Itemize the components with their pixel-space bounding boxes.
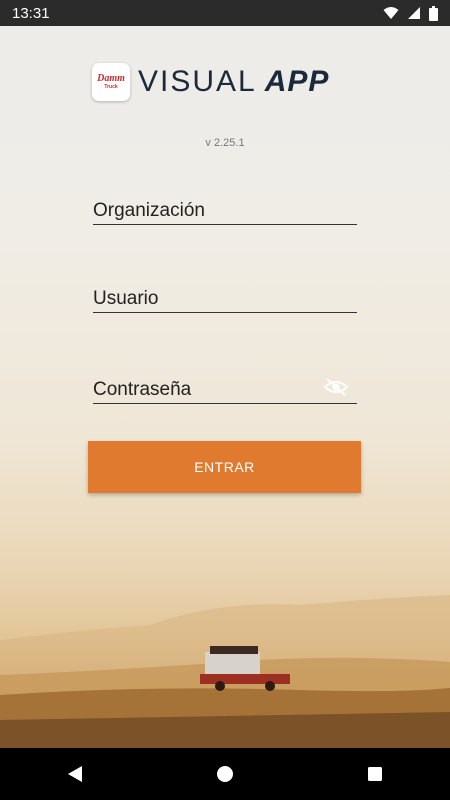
organization-input[interactable] — [93, 200, 357, 222]
background-landscape — [0, 595, 450, 750]
signal-icon — [408, 7, 420, 19]
eye-off-icon[interactable] — [323, 377, 349, 397]
password-field-container — [93, 369, 357, 404]
recents-button[interactable] — [355, 754, 395, 794]
app-header: Damm Truck VISUAL APP — [92, 63, 362, 101]
battery-icon — [429, 5, 438, 21]
status-bar: 13:31 — [0, 0, 450, 26]
app-title-light: VISUAL — [138, 65, 257, 98]
user-field-container — [93, 278, 357, 313]
navigation-bar — [0, 748, 450, 800]
password-input[interactable] — [93, 379, 357, 401]
home-button[interactable] — [205, 754, 245, 794]
back-button[interactable] — [55, 754, 95, 794]
wifi-icon — [383, 7, 399, 19]
logo-sub: Truck — [104, 84, 118, 90]
login-button[interactable]: ENTRAR — [88, 441, 361, 493]
organization-field-container — [93, 190, 357, 225]
user-input[interactable] — [93, 288, 357, 310]
app-logo: Damm Truck — [92, 63, 130, 101]
logo-brand: Damm — [97, 73, 125, 84]
status-icons — [383, 5, 438, 21]
home-icon — [217, 766, 233, 782]
app-title: VISUAL APP — [138, 65, 329, 99]
back-icon — [68, 766, 82, 782]
app-title-bold: APP — [264, 65, 330, 98]
version-label: v 2.25.1 — [205, 137, 245, 149]
status-time: 13:31 — [12, 4, 50, 22]
recents-icon — [368, 767, 382, 781]
